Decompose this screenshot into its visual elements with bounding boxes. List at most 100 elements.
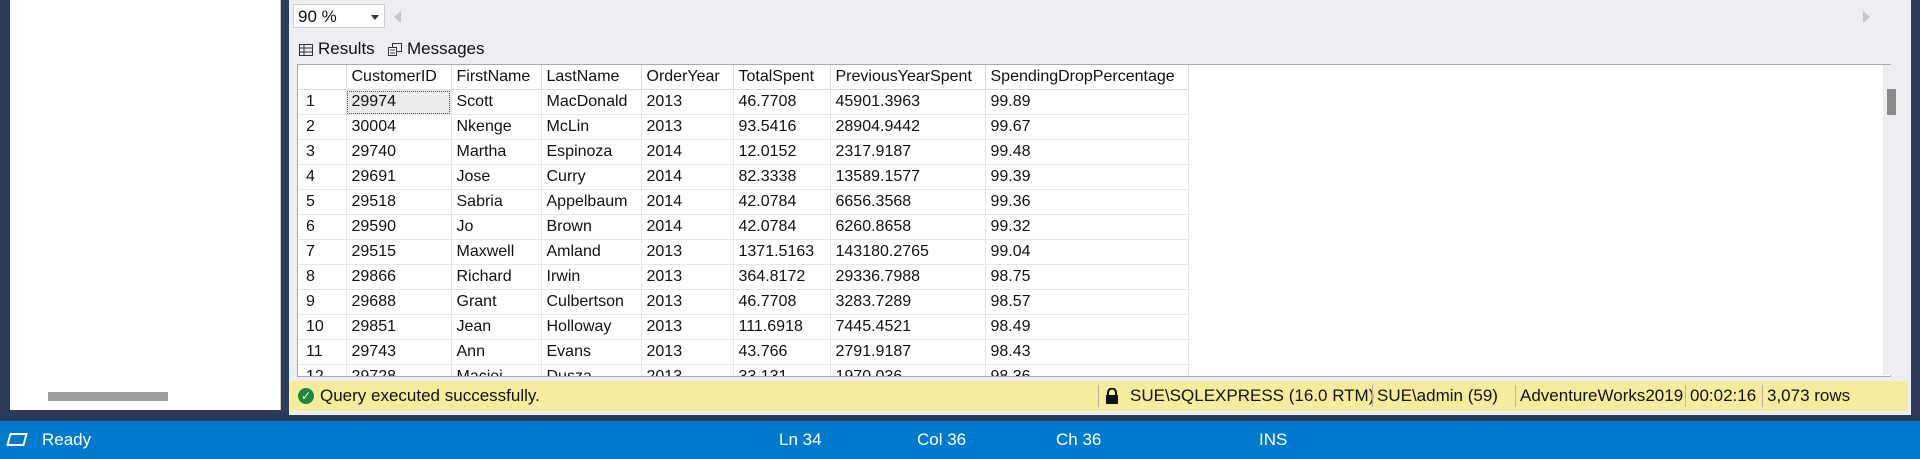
table-row[interactable]: 7 29515 Maxwell Amland 2013 1371.5163 143180.2… [298, 239, 1189, 265]
table-cell[interactable]: 29851 [346, 314, 452, 340]
row-number-header[interactable] [298, 65, 347, 90]
table-cell[interactable]: 99.36 [985, 189, 1189, 215]
table-cell[interactable]: 364.8172 [733, 264, 831, 290]
table-cell[interactable]: 2791.9187 [830, 339, 986, 365]
table-cell[interactable]: 93.5416 [733, 114, 831, 140]
table-cell[interactable]: Evans [541, 339, 642, 365]
table-cell[interactable]: 2013 [641, 114, 734, 140]
table-cell[interactable]: 29691 [346, 164, 452, 190]
table-cell[interactable]: 29688 [346, 289, 452, 315]
table-cell[interactable]: 99.48 [985, 139, 1189, 165]
table-cell[interactable]: 3283.7289 [830, 289, 986, 315]
table-cell[interactable]: McLin [541, 114, 642, 140]
table-cell[interactable]: Grant [451, 289, 542, 315]
row-number[interactable]: 5 [298, 189, 347, 215]
table-cell[interactable]: Maxwell [451, 239, 542, 265]
table-cell[interactable]: 46.7708 [733, 289, 831, 315]
table-cell[interactable]: 29866 [346, 264, 452, 290]
table-cell[interactable]: Curry [541, 164, 642, 190]
table-cell[interactable]: 2317.9187 [830, 139, 986, 165]
table-cell[interactable]: 29515 [346, 239, 452, 265]
table-row[interactable]: 10 29851 Jean Holloway 2013 111.6918 7445.4521… [298, 314, 1189, 340]
table-cell[interactable]: Ann [451, 339, 542, 365]
table-cell[interactable]: 29336.7988 [830, 264, 986, 290]
tab-messages[interactable]: Messages [388, 36, 484, 62]
table-cell[interactable]: 29743 [346, 339, 452, 365]
table-row[interactable]: 1 29974 Scott MacDonald 2013 46.7708 45901.396… [298, 89, 1189, 115]
row-number[interactable]: 1 [298, 89, 347, 115]
table-cell[interactable]: 28904.9442 [830, 114, 986, 140]
row-number[interactable]: 4 [298, 164, 347, 190]
table-cell[interactable]: 143180.2765 [830, 239, 986, 265]
table-cell[interactable]: Holloway [541, 314, 642, 340]
row-number[interactable]: 11 [298, 339, 347, 365]
table-cell[interactable]: Scott [451, 89, 542, 115]
table-cell[interactable]: 2014 [641, 139, 734, 165]
scroll-left-icon[interactable] [394, 11, 401, 23]
column-header[interactable]: LastName [541, 65, 642, 90]
row-number[interactable]: 7 [298, 239, 347, 265]
table-cell[interactable]: 98.57 [985, 289, 1189, 315]
table-row[interactable]: 5 29518 Sabria Appelbaum 2014 42.0784 6656.356… [298, 189, 1189, 215]
table-cell[interactable]: 98.36 [985, 364, 1189, 376]
table-cell[interactable]: 98.75 [985, 264, 1189, 290]
table-cell[interactable]: 29740 [346, 139, 452, 165]
table-cell[interactable]: 6656.3568 [830, 189, 986, 215]
table-cell[interactable]: 13589.1577 [830, 164, 986, 190]
table-cell[interactable]: Maciej [451, 364, 542, 376]
table-cell[interactable]: 99.32 [985, 214, 1189, 240]
column-header[interactable]: FirstName [451, 65, 542, 90]
table-cell[interactable]: 29590 [346, 214, 452, 240]
table-cell[interactable]: 2013 [641, 89, 734, 115]
chevron-down-icon[interactable] [371, 15, 379, 20]
table-row[interactable]: 11 29743 Ann Evans 2013 43.766 2791.9187 98.43 [298, 339, 1189, 365]
table-cell[interactable]: 6260.8658 [830, 214, 986, 240]
table-cell[interactable]: 7445.4521 [830, 314, 986, 340]
table-cell[interactable]: 2014 [641, 164, 734, 190]
table-cell[interactable]: MacDonald [541, 89, 642, 115]
table-cell[interactable]: 2013 [641, 314, 734, 340]
table-cell[interactable]: 2013 [641, 264, 734, 290]
table-cell[interactable]: Nkenge [451, 114, 542, 140]
row-number[interactable]: 8 [298, 264, 347, 290]
table-cell[interactable]: 29518 [346, 189, 452, 215]
table-cell[interactable]: 42.0784 [733, 189, 831, 215]
table-cell[interactable]: Appelbaum [541, 189, 642, 215]
object-explorer-tree[interactable] [10, 0, 281, 410]
table-cell[interactable]: 29728 [346, 364, 452, 376]
table-cell[interactable]: 33.131 [733, 364, 831, 376]
table-row[interactable]: 12 29728 Maciej Dusza 2013 33.131 1970.036 98.3… [298, 364, 1189, 376]
table-row[interactable]: 2 30004 Nkenge McLin 2013 93.5416 28904.9442 99… [298, 114, 1189, 140]
row-number[interactable]: 3 [298, 139, 347, 165]
table-cell[interactable]: 1970.036 [830, 364, 986, 376]
row-number[interactable]: 2 [298, 114, 347, 140]
table-cell[interactable]: 43.766 [733, 339, 831, 365]
table-row[interactable]: 6 29590 Jo Brown 2014 42.0784 6260.8658 99.32 [298, 214, 1189, 240]
table-cell[interactable]: 2013 [641, 364, 734, 376]
table-cell[interactable]: 2013 [641, 289, 734, 315]
column-header[interactable]: PreviousYearSpent [830, 65, 986, 90]
table-cell[interactable]: Martha [451, 139, 542, 165]
zoom-select[interactable]: 90 % [293, 4, 385, 28]
table-cell[interactable]: Sabria [451, 189, 542, 215]
table-cell[interactable]: 98.43 [985, 339, 1189, 365]
row-number[interactable]: 9 [298, 289, 347, 315]
row-number[interactable]: 12 [298, 364, 347, 376]
vertical-scrollbar[interactable] [1883, 65, 1900, 375]
table-cell[interactable]: 46.7708 [733, 89, 831, 115]
row-number[interactable]: 6 [298, 214, 347, 240]
table-cell[interactable]: Brown [541, 214, 642, 240]
table-cell[interactable]: 2014 [641, 214, 734, 240]
table-cell[interactable]: Dusza [541, 364, 642, 376]
column-header[interactable]: CustomerID [346, 65, 452, 90]
table-cell[interactable]: 1371.5163 [733, 239, 831, 265]
table-cell[interactable]: 111.6918 [733, 314, 831, 340]
table-cell[interactable]: 2013 [641, 239, 734, 265]
table-cell[interactable]: 2014 [641, 189, 734, 215]
column-header[interactable]: SpendingDropPercentage [985, 65, 1189, 90]
table-cell[interactable]: Amland [541, 239, 642, 265]
row-number[interactable]: 10 [298, 314, 347, 340]
horizontal-scrollbar-thumb[interactable] [48, 392, 168, 401]
table-cell[interactable]: 2013 [641, 339, 734, 365]
table-row[interactable]: 3 29740 Martha Espinoza 2014 12.0152 2317.9187… [298, 139, 1189, 165]
